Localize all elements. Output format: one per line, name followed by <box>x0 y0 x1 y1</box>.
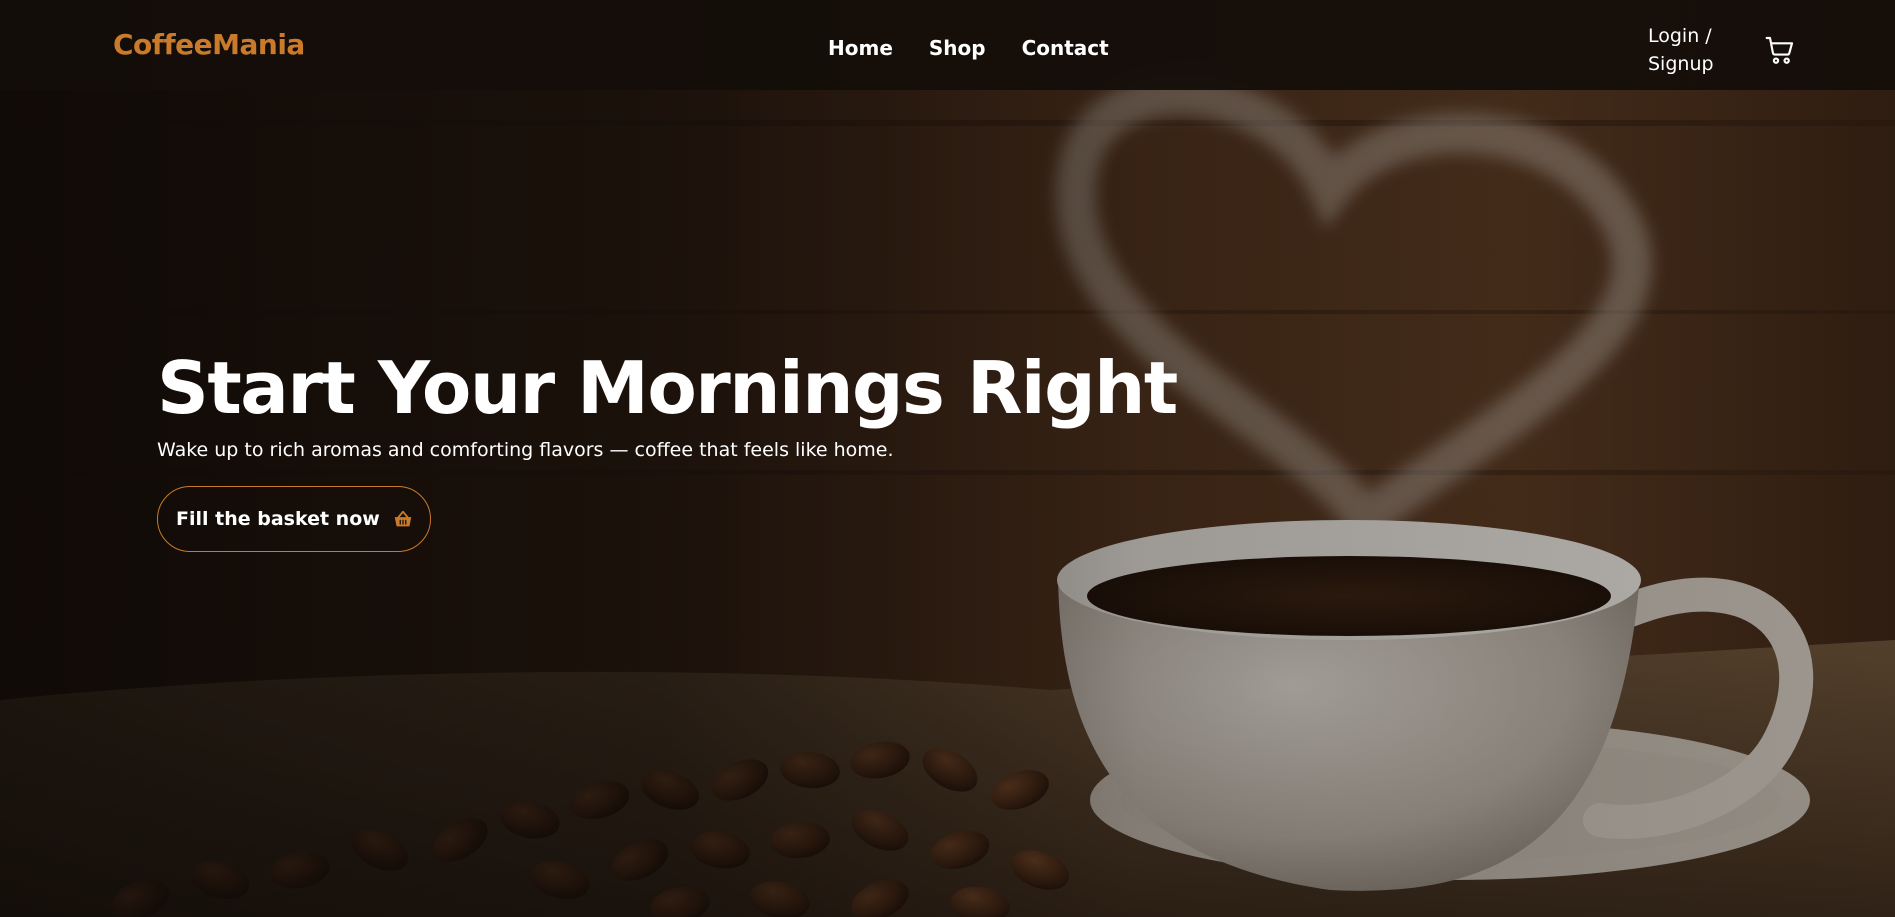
cart-button[interactable] <box>1764 34 1796 66</box>
cart-icon <box>1765 36 1794 64</box>
hero-section: Start Your Mornings Right Wake up to ric… <box>157 344 1178 552</box>
nav-link-contact[interactable]: Contact <box>1022 36 1109 60</box>
page: CoffeeMania Home Shop Contact Login / Si… <box>0 0 1895 917</box>
login-label: Login / <box>1648 25 1712 47</box>
signup-label: Signup <box>1648 53 1714 75</box>
basket-icon <box>394 510 412 527</box>
fill-basket-label: Fill the basket now <box>176 508 380 530</box>
brand-logo[interactable]: CoffeeMania <box>113 28 305 61</box>
nav-link-home[interactable]: Home <box>828 36 893 60</box>
navbar: CoffeeMania Home Shop Contact Login / Si… <box>0 0 1895 90</box>
hero-title: Start Your Mornings Right <box>157 346 1178 430</box>
hero-subtitle: Wake up to rich aromas and comforting fl… <box>157 439 894 461</box>
nav-link-shop[interactable]: Shop <box>929 36 986 60</box>
login-signup-link[interactable]: Login / Signup <box>1648 22 1728 78</box>
fill-basket-button[interactable]: Fill the basket now <box>157 486 431 552</box>
nav-links: Home Shop Contact <box>828 36 1109 60</box>
